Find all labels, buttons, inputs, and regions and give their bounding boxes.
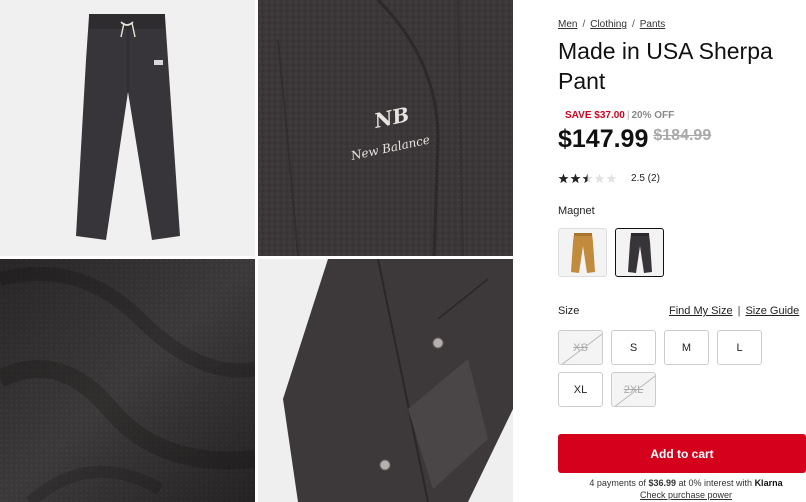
pant-front-illustration — [0, 0, 255, 256]
color-swatches — [558, 228, 664, 277]
size-option-l[interactable]: L — [717, 330, 762, 365]
fabric-texture-illustration — [0, 259, 255, 502]
klarna-financing: 4 payments of $36.99 at 0% interest with… — [589, 478, 783, 500]
rating-stars — [558, 173, 617, 184]
star-empty-icon — [606, 173, 617, 184]
size-guide-link[interactable]: Size Guide — [745, 305, 799, 317]
product-image-front[interactable] — [0, 0, 255, 256]
discount-percent: 20% OFF — [631, 110, 675, 121]
price-row: $147.99 $184.99 — [558, 125, 711, 154]
product-image-hem-detail[interactable] — [258, 259, 513, 502]
add-to-cart-button[interactable]: Add to cart — [558, 434, 806, 473]
rating[interactable]: 2.5 (2) — [558, 173, 660, 184]
original-price: $184.99 — [653, 127, 712, 144]
size-label: Size — [558, 305, 580, 317]
size-option-2xl[interactable]: 2XL — [611, 372, 656, 407]
rating-count: 2.5 (2) — [631, 173, 660, 184]
product-image-fabric-texture[interactable] — [0, 259, 255, 502]
product-title: Made in USA Sherpa Pant — [558, 38, 773, 94]
star-full-icon — [558, 173, 569, 184]
magnet-pant-thumbnail — [627, 232, 652, 273]
size-options: XS S M L XL 2XL — [558, 330, 806, 407]
logo-closeup-illustration: NB New Balance — [258, 0, 513, 256]
breadcrumb-clothing[interactable]: Clothing — [590, 19, 627, 30]
sale-price: $147.99 — [558, 125, 649, 153]
save-amount: SAVE $37.00 — [565, 110, 625, 121]
hem-detail-illustration — [258, 259, 513, 502]
size-links: Find My Size | Size Guide — [669, 305, 800, 317]
product-info-panel: Men / Clothing / Pants Made in USA Sherpa Pa… — [558, 0, 806, 502]
breadcrumb-pants[interactable]: Pants — [640, 19, 666, 30]
klarna-installment-amount: $36.99 — [648, 478, 676, 488]
size-option-m[interactable]: M — [664, 330, 709, 365]
star-half-icon — [582, 173, 593, 184]
selected-color-label: Magnet — [558, 205, 595, 217]
swatch-tan[interactable] — [558, 228, 607, 277]
breadcrumb-men[interactable]: Men — [558, 19, 577, 30]
swatch-magnet[interactable] — [615, 228, 664, 277]
size-option-s[interactable]: S — [611, 330, 656, 365]
product-image-gallery: NB New Balance — [0, 0, 513, 502]
star-full-icon — [570, 173, 581, 184]
sale-info: SAVE $37.00 | 20% OFF — [565, 110, 675, 121]
product-image-logo-detail[interactable]: NB New Balance — [258, 0, 513, 256]
star-empty-icon — [594, 173, 605, 184]
tan-pant-thumbnail — [570, 232, 595, 273]
check-purchase-power-link[interactable]: Check purchase power — [640, 490, 732, 500]
size-option-xl[interactable]: XL — [558, 372, 603, 407]
find-my-size-link[interactable]: Find My Size — [669, 305, 733, 317]
klarna-logo: Klarna — [754, 478, 783, 488]
breadcrumb: Men / Clothing / Pants — [558, 19, 666, 30]
size-option-xs[interactable]: XS — [558, 330, 603, 365]
